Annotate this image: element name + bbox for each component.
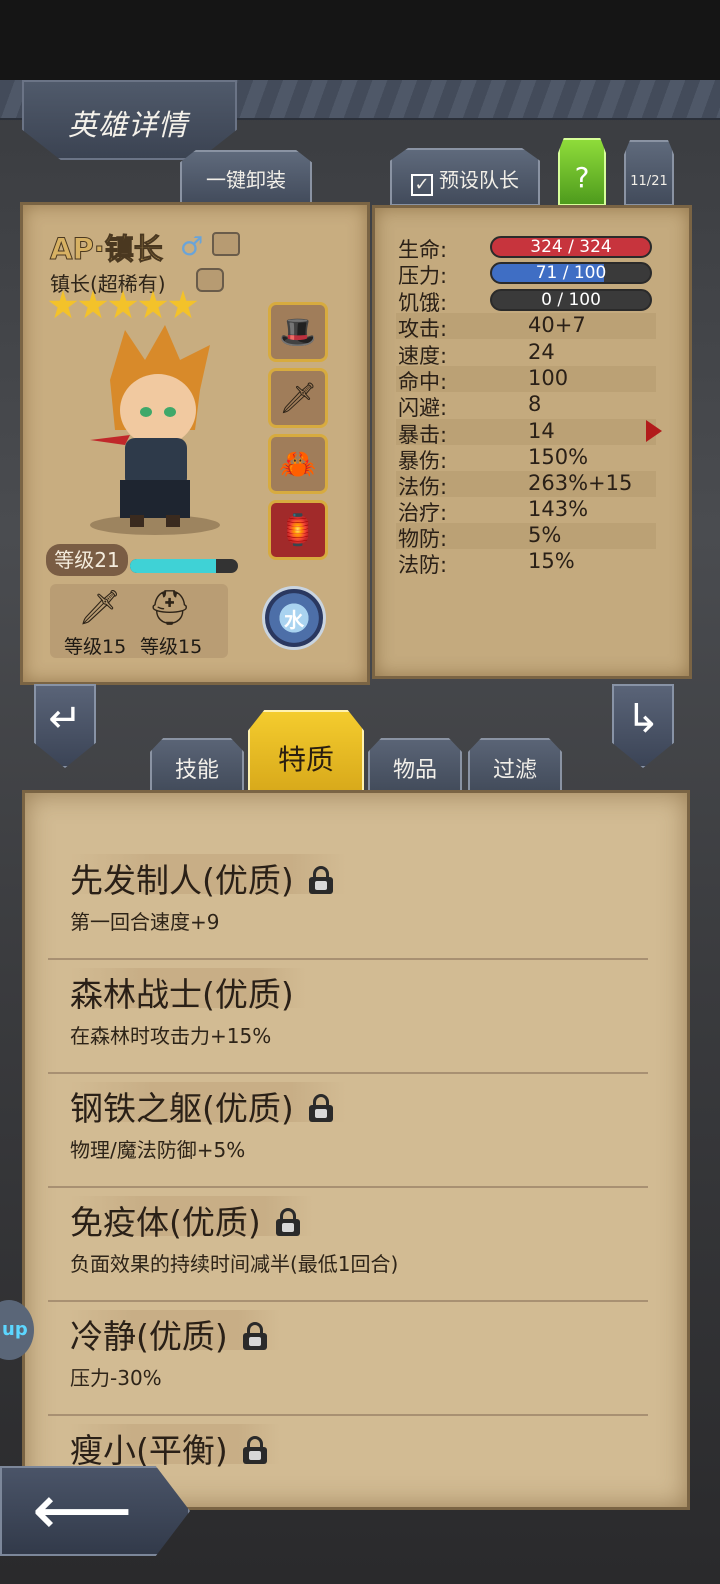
helmet-icon[interactable]: ⛑ — [148, 588, 191, 628]
help-button[interactable]: ? — [558, 138, 606, 206]
back-button[interactable]: ⟵ — [0, 1466, 190, 1556]
hero-level: 等级21 — [46, 544, 128, 576]
trait-name: 瘦小(平衡) — [70, 1431, 228, 1470]
rename-icon[interactable] — [212, 232, 240, 256]
stress-bar: 71 / 100 — [490, 262, 652, 284]
trait-desc: 压力-30% — [70, 1366, 162, 1390]
trait-item[interactable]: 钢铁之躯(优质) 物理/魔法防御+5% — [48, 1074, 648, 1188]
water-element-badge[interactable]: 水 — [262, 586, 326, 650]
trait-name: 钢铁之躯(优质) — [70, 1089, 294, 1128]
hp-bar: 324 / 324 — [490, 236, 652, 258]
lock-icon[interactable] — [242, 1322, 268, 1350]
hero-portrait — [90, 325, 220, 535]
trait-desc: 在森林时攻击力+15% — [70, 1024, 272, 1048]
preset-captain-toggle[interactable]: ✓ 预设队长 — [390, 148, 540, 206]
stat-row: 闪避: 8 — [398, 392, 542, 420]
trait-item[interactable]: 先发制人(优质) 第一回合速度+9 — [48, 846, 648, 960]
tab-traits[interactable]: 特质 — [248, 710, 364, 796]
level-progress-bar — [130, 559, 238, 573]
crab-claw-equipment-slot[interactable]: 🦀 — [268, 434, 328, 494]
wizard-hat-equipment-slot[interactable]: 🎩 — [268, 302, 328, 362]
stat-row: 法伤: 263%+15 — [396, 471, 656, 499]
stat-row: 暴击: 14 — [396, 419, 656, 447]
tab-filter[interactable]: 过滤 — [468, 738, 562, 796]
trait-name: 森林战士(优质) — [70, 975, 294, 1014]
checkbox-icon[interactable]: ✓ — [411, 174, 433, 196]
trait-name: 先发制人(优质) — [70, 861, 294, 900]
trait-name: 免疫体(优质) — [70, 1203, 261, 1242]
page-title-plate: 英雄详情 — [22, 80, 237, 160]
hunger-bar: 0 / 100 — [490, 289, 652, 311]
trait-desc: 负面效果的持续时间减半(最低1回合) — [70, 1252, 399, 1276]
weapon-level: 等级15 — [64, 636, 127, 658]
trait-desc: 第一回合速度+9 — [70, 910, 220, 934]
lock-icon[interactable] — [275, 1208, 301, 1236]
stat-row: 攻击: 40+7 — [396, 313, 656, 341]
stat-row: 治疗: 143% — [398, 497, 589, 525]
armor-level: 等级15 — [140, 636, 203, 658]
status-bar-area — [0, 0, 720, 80]
swap-class-icon[interactable] — [196, 268, 224, 292]
tab-skills[interactable]: 技能 — [150, 738, 244, 796]
lock-icon[interactable] — [242, 1436, 268, 1464]
stat-page-arrow-icon[interactable] — [646, 420, 662, 442]
stat-row: 命中: 100 — [396, 366, 656, 394]
stat-row: 物防: 5% — [396, 523, 656, 551]
male-gender-icon: ♂ — [180, 232, 204, 262]
tab-items[interactable]: 物品 — [368, 738, 462, 796]
trait-name: 冷静(优质) — [70, 1317, 228, 1356]
lantern-equipment-slot[interactable]: 🏮 — [268, 500, 328, 560]
page-title: 英雄详情 — [68, 108, 189, 142]
stat-row: 速度: 24 — [398, 340, 555, 368]
sword-equipment-slot[interactable]: 🗡 — [268, 368, 328, 428]
lock-icon[interactable] — [308, 866, 334, 894]
stat-row: 暴伤: 150% — [398, 445, 589, 473]
hero-class: 镇长(超稀有) — [50, 272, 166, 296]
weapon-icon[interactable]: 🗡 — [78, 588, 121, 628]
stat-row: 法防: 15% — [398, 549, 575, 577]
lock-icon[interactable] — [308, 1094, 334, 1122]
trait-item[interactable]: 免疫体(优质) 负面效果的持续时间减半(最低1回合) — [48, 1188, 648, 1302]
trait-item[interactable]: 森林战士(优质) 在森林时攻击力+15% — [48, 960, 648, 1074]
unequip-all-button[interactable]: 一键卸装 — [180, 150, 312, 206]
hero-name: AP·镇长 — [50, 232, 164, 267]
trait-item[interactable]: 冷静(优质) 压力-30% — [48, 1302, 648, 1416]
trait-desc: 物理/魔法防御+5% — [70, 1138, 246, 1162]
hero-index-indicator: 11/21 — [624, 140, 674, 206]
